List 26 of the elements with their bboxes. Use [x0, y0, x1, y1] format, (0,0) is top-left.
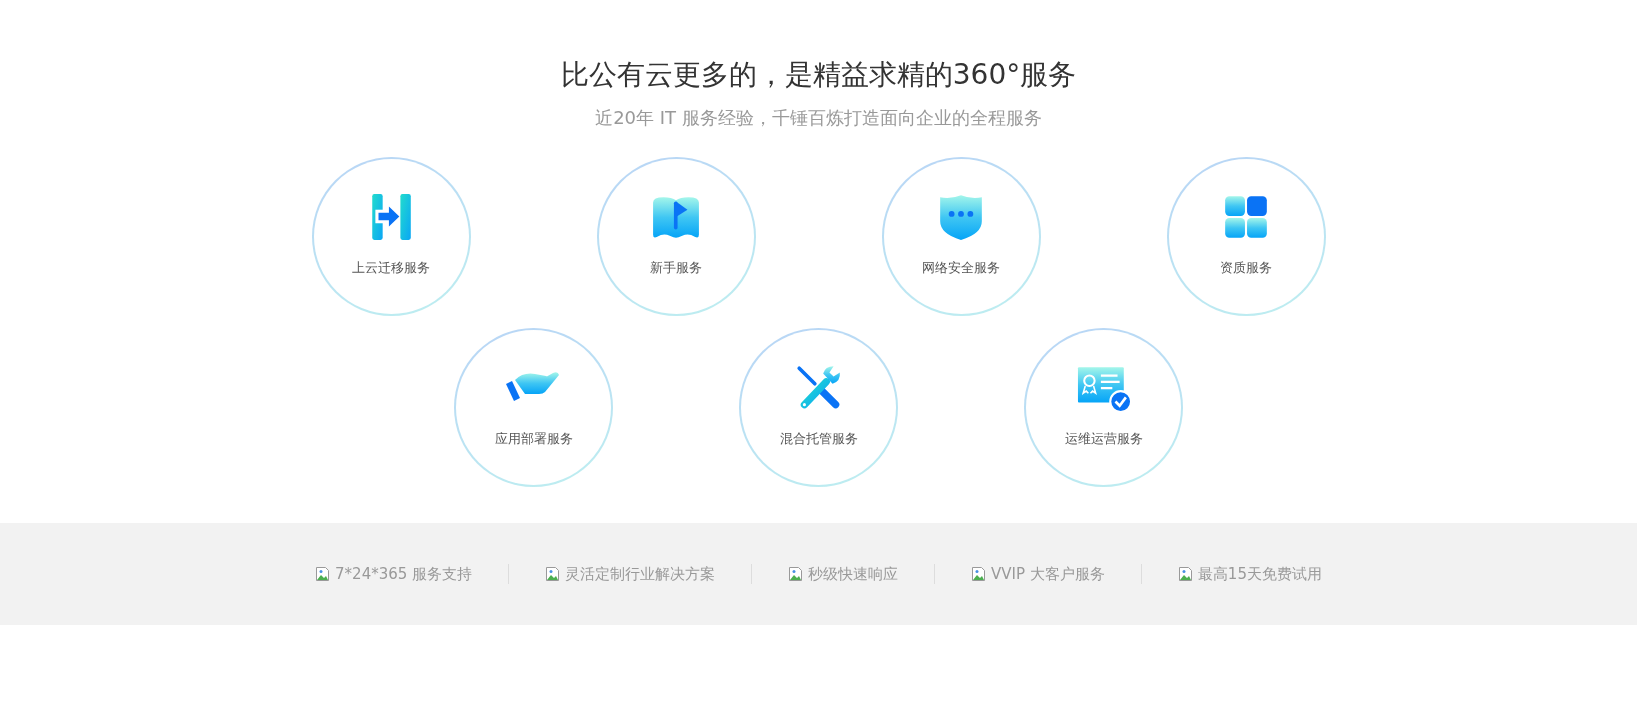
feature-text: 灵活定制行业解决方案 — [565, 564, 716, 584]
service-card[interactable]: 混合托管服务 — [739, 328, 898, 487]
service-label: 运维运营服务 — [1064, 430, 1143, 448]
service-label: 混合托管服务 — [779, 430, 858, 448]
service-card[interactable]: 上云迁移服务 — [311, 157, 471, 316]
broken-image-icon — [315, 566, 332, 582]
service-card[interactable]: 应用部署服务 — [454, 328, 613, 487]
feature-text: 秒级快速响应 — [808, 564, 899, 584]
service-label: 新手服务 — [650, 259, 702, 277]
feature-text: VVIP 大客户服务 — [991, 564, 1105, 584]
service-label: 应用部署服务 — [494, 430, 573, 448]
service-label: 上云迁移服务 — [352, 259, 430, 277]
service-card[interactable]: 运维运营服务 — [1024, 328, 1183, 487]
section-subheading: 近20年 IT 服务经验，千锤百炼打造面向企业的全程服务 — [595, 106, 1042, 130]
feature-text: 7*24*365 服务支持 — [335, 564, 473, 584]
service-card[interactable]: 资质服务 — [1166, 157, 1326, 316]
section-heading: 比公有云更多的，是精益求精的360°服务 — [560, 57, 1077, 93]
broken-image-icon — [545, 566, 562, 582]
feature-text: 最高15天免费试用 — [1197, 564, 1322, 584]
service-label: 网络安全服务 — [922, 259, 1000, 277]
service-card[interactable]: 新手服务 — [596, 157, 756, 316]
service-card[interactable]: 网络安全服务 — [881, 157, 1041, 316]
service-label: 资质服务 — [1220, 259, 1272, 277]
broken-image-icon — [971, 566, 988, 582]
broken-image-icon — [788, 566, 805, 582]
broken-image-icon — [1177, 566, 1194, 582]
